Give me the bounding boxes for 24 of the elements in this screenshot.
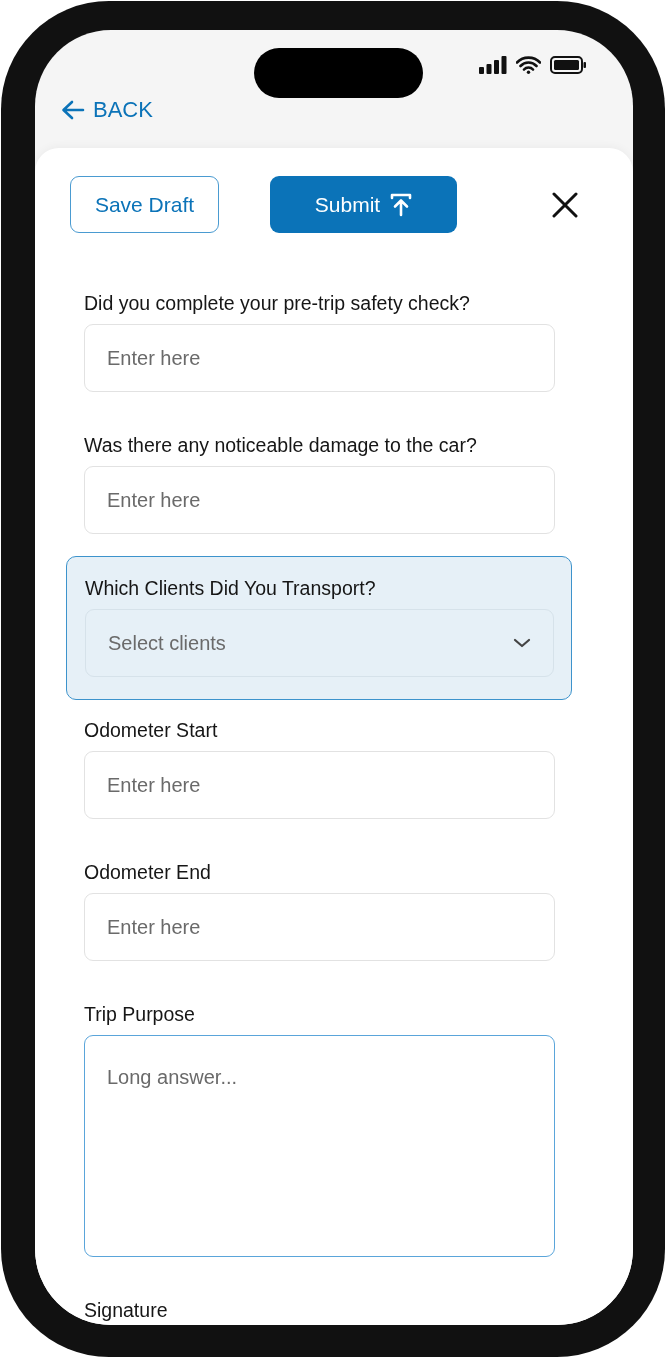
upload-icon — [390, 192, 413, 217]
battery-icon — [550, 56, 587, 74]
field-label: Signature — [84, 1298, 169, 1322]
text-input-field[interactable]: Enter here — [84, 324, 555, 392]
back-arrow-icon — [61, 100, 85, 120]
field-label: Which Clients Did You Transport? — [85, 576, 377, 600]
text-input-field[interactable]: Enter here — [84, 893, 555, 961]
field-label: Was there any noticeable damage to the car? — [84, 433, 478, 457]
field-label: Did you complete your pre-trip safety check? — [84, 291, 471, 315]
long-answer-field[interactable]: Long answer... — [84, 1035, 555, 1257]
submit-button[interactable]: Submit — [270, 176, 457, 233]
text-input-field[interactable]: Enter here — [84, 466, 555, 534]
field-label: Odometer End — [84, 860, 212, 884]
signal-icon — [479, 56, 507, 74]
close-icon — [552, 191, 578, 218]
save-draft-button[interactable]: Save Draft — [70, 176, 219, 233]
chevron-down-icon — [513, 638, 531, 648]
select-dropdown[interactable]: Select clients — [85, 609, 554, 677]
field-label: Odometer Start — [84, 718, 219, 742]
close-button[interactable] — [552, 191, 578, 218]
wifi-icon — [516, 56, 541, 74]
text-input-field[interactable]: Enter here — [84, 751, 555, 819]
back-link[interactable]: BACK — [61, 97, 153, 123]
field-label: Trip Purpose — [84, 1002, 196, 1026]
